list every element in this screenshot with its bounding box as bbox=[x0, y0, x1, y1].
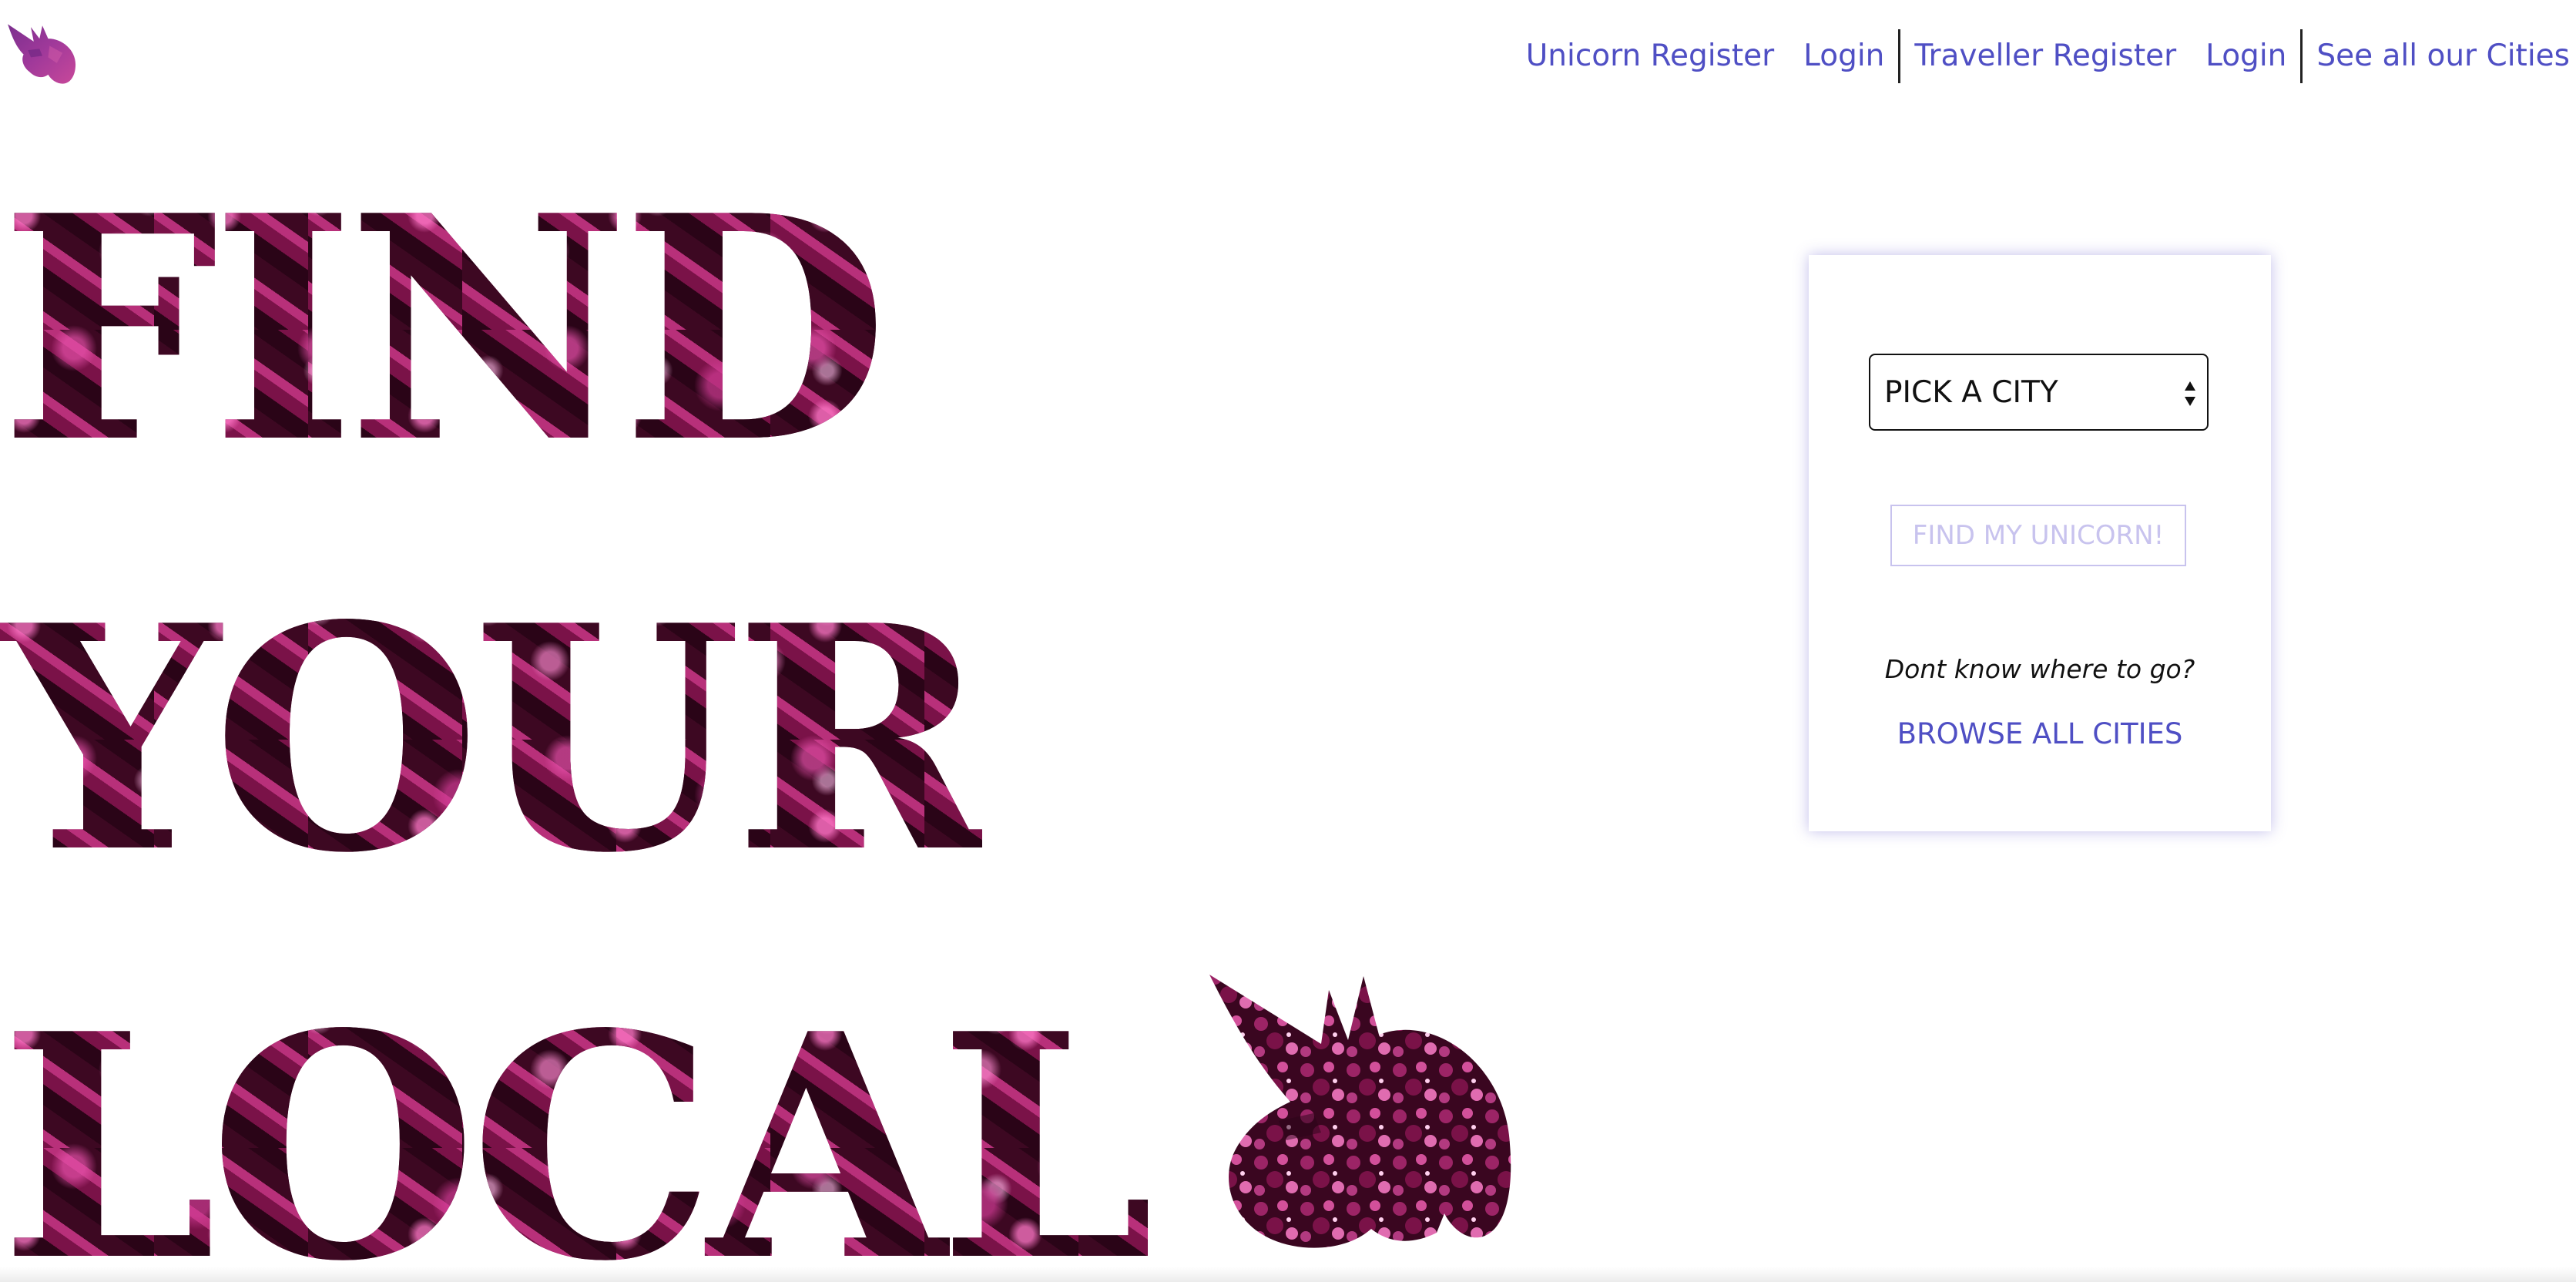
hero-title-line-your: YOUR bbox=[0, 559, 983, 921]
city-select[interactable]: PICK A CITY bbox=[1869, 354, 2209, 431]
nav-divider bbox=[1898, 29, 1901, 83]
hero-title-line-find: FIND bbox=[0, 149, 881, 511]
traveller-register-link[interactable]: Traveller Register bbox=[1914, 29, 2176, 83]
top-nav: Unicorn Register Login Traveller Registe… bbox=[1526, 29, 2570, 83]
select-arrows-icon bbox=[2182, 377, 2198, 411]
find-my-unicorn-button[interactable]: FIND MY UNICORN! bbox=[1890, 505, 2186, 566]
nav-divider bbox=[2300, 29, 2303, 83]
unicorn-head-icon bbox=[1206, 967, 1521, 1264]
city-search-card: PICK A CITY FIND MY UNICORN! Dont know w… bbox=[1809, 255, 2271, 831]
see-all-cities-link[interactable]: See all our Cities bbox=[2316, 29, 2570, 83]
unicorn-register-link[interactable]: Unicorn Register bbox=[1526, 29, 1774, 83]
unicorn-login-link[interactable]: Login bbox=[1803, 29, 1884, 83]
bottom-fade bbox=[0, 1267, 2576, 1282]
hero-title-line-local: LOCAL bbox=[0, 994, 1148, 1282]
help-text: Dont know where to go? bbox=[1884, 654, 2195, 684]
traveller-login-link[interactable]: Login bbox=[2205, 29, 2286, 83]
browse-all-cities-link[interactable]: BROWSE ALL CITIES bbox=[1809, 717, 2271, 750]
unicorn-logo-icon[interactable] bbox=[6, 17, 79, 85]
city-select-value: PICK A CITY bbox=[1884, 374, 2058, 410]
